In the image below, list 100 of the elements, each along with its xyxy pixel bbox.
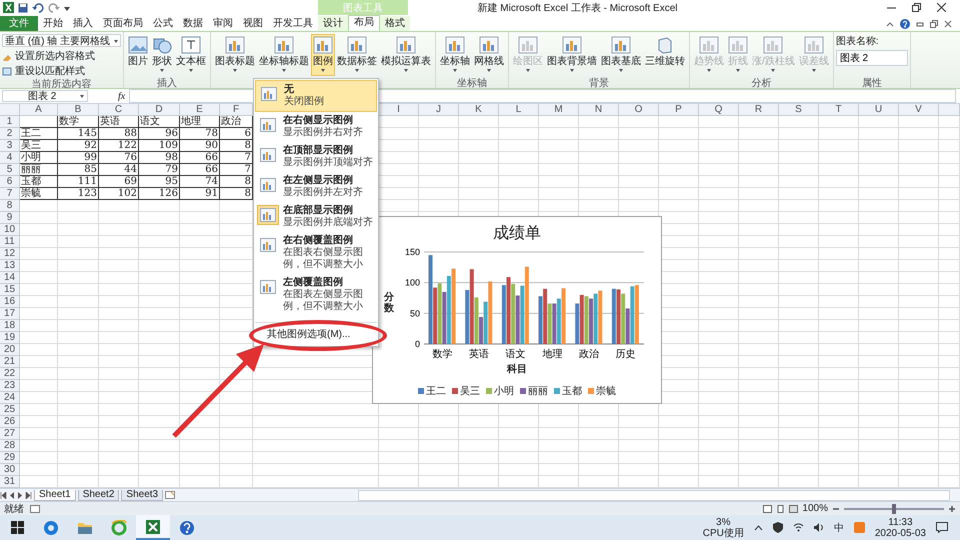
ribbon-button[interactable]: 图表标题 [213, 34, 257, 76]
sheet-tab[interactable]: Sheet1 [34, 490, 76, 500]
redo-icon[interactable] [48, 2, 60, 12]
ribbon-button[interactable]: 模拟运算表 [379, 34, 433, 76]
row-number[interactable]: 20 [0, 344, 20, 356]
row-number[interactable]: 22 [0, 368, 20, 380]
column-header[interactable]: K [459, 104, 499, 116]
row-number[interactable]: 18 [0, 320, 20, 332]
ribbon-tab[interactable]: 格式 [380, 16, 410, 31]
row-number[interactable]: 5 [0, 164, 20, 176]
row-number[interactable]: 16 [0, 296, 20, 308]
column-header[interactable]: N [579, 104, 619, 116]
column-header[interactable]: B [58, 104, 99, 116]
row-number[interactable]: 27 [0, 428, 20, 440]
ribbon-tab[interactable]: 数据 [178, 16, 208, 31]
row-number[interactable]: 19 [0, 332, 20, 344]
undo-icon[interactable] [32, 2, 44, 12]
clock-time[interactable]: 11:33 [888, 516, 913, 528]
ribbon-tab[interactable]: 布局 [348, 15, 380, 31]
row-number[interactable]: 6 [0, 176, 20, 188]
ribbon-button[interactable]: 坐标轴 [438, 34, 472, 76]
zoom-in-icon[interactable] [948, 504, 956, 512]
folder-icon[interactable] [77, 520, 93, 534]
clock-date[interactable]: 2020-05-03 [874, 528, 926, 538]
ribbon-button[interactable]: 三维旋转 [643, 34, 687, 76]
collapse-ribbon-icon[interactable] [886, 20, 894, 26]
ribbon-tab[interactable]: 插入 [68, 16, 98, 31]
row-number[interactable]: 4 [0, 152, 20, 164]
command-link[interactable]: 重设以匹配样式 [15, 64, 85, 78]
zoom-slider-thumb[interactable] [892, 504, 896, 514]
column-header[interactable]: J [419, 104, 459, 116]
next-sheet-icon[interactable] [17, 492, 23, 498]
ribbon-tab[interactable]: 审阅 [208, 16, 238, 31]
caret-icon[interactable] [754, 524, 763, 530]
shield-icon[interactable] [772, 522, 783, 533]
column-header[interactable]: D [139, 104, 180, 116]
sheet-tab[interactable]: Sheet3 [121, 490, 164, 500]
column-header[interactable]: T [819, 104, 859, 116]
column-header[interactable]: E [180, 104, 220, 116]
ribbon-button[interactable]: 文本框 [174, 34, 208, 76]
last-sheet-icon[interactable] [25, 492, 32, 498]
taskbar-app[interactable] [136, 515, 170, 540]
row-number[interactable]: 12 [0, 248, 20, 260]
ribbon-button[interactable]: 网格线 [472, 34, 506, 76]
column-header[interactable]: F [220, 104, 253, 116]
sheet-tab[interactable]: Sheet2 [78, 490, 120, 500]
command-link[interactable]: 设置所选内容格式 [15, 48, 95, 62]
spreadsheet-icon[interactable] [3, 2, 14, 13]
close-icon[interactable] [937, 3, 946, 12]
browser-icon[interactable] [43, 520, 59, 536]
spreadsheet-icon[interactable] [145, 518, 161, 534]
ribbon-tab[interactable]: 设计 [318, 16, 348, 31]
row-number[interactable]: 13 [0, 260, 20, 272]
wifi-icon[interactable] [792, 523, 804, 532]
menu-item[interactable]: 无 关闭图例 [255, 80, 377, 112]
close-icon[interactable] [944, 20, 952, 28]
ribbon-tab[interactable]: 公式 [148, 16, 178, 31]
row-number[interactable]: 2 [0, 128, 20, 140]
zoom-level[interactable]: 100% [802, 503, 828, 514]
menu-item[interactable]: 在左侧显示图例 显示图例并左对齐 [255, 172, 377, 202]
column-header[interactable]: L [499, 104, 539, 116]
menu-item[interactable]: 在顶部显示图例 显示图例并顶端对齐 [255, 142, 377, 172]
horizontal-scrollbar[interactable] [358, 490, 950, 500]
speaker-icon[interactable] [814, 523, 824, 532]
row-number[interactable]: 29 [0, 452, 20, 464]
row-number[interactable]: 9 [0, 212, 20, 224]
ribbon-tab[interactable]: 开发工具 [268, 16, 318, 31]
name-box[interactable]: 图表 2 [2, 90, 88, 102]
column-header[interactable]: O [619, 104, 659, 116]
row-number[interactable]: 23 [0, 380, 20, 392]
ribbon-tab[interactable]: 视图 [238, 16, 268, 31]
ribbon-button[interactable]: 数据标签 [335, 34, 379, 76]
page-layout-icon[interactable] [776, 504, 786, 512]
column-header[interactable]: C [99, 104, 139, 116]
chart-name-field[interactable]: 图表 2 [836, 50, 908, 66]
column-header[interactable]: A [20, 104, 58, 116]
first-sheet-icon[interactable] [0, 492, 7, 498]
ribbon-button[interactable]: 坐标轴标题 [257, 34, 311, 76]
row-number[interactable]: 31 [0, 476, 20, 488]
row-number[interactable]: 15 [0, 284, 20, 296]
row-number[interactable]: 1 [0, 116, 20, 128]
macro-record-icon[interactable] [30, 504, 40, 512]
row-number[interactable]: 25 [0, 404, 20, 416]
row-number[interactable]: 3 [0, 140, 20, 152]
browser-icon[interactable] [111, 520, 127, 536]
row-number[interactable]: 21 [0, 356, 20, 368]
input-method[interactable]: 中 [834, 520, 844, 534]
row-number[interactable]: 17 [0, 308, 20, 320]
notification-icon[interactable] [936, 522, 948, 533]
ribbon-button[interactable]: 图片 [126, 34, 150, 76]
help-icon[interactable] [179, 520, 195, 536]
column-header[interactable]: R [739, 104, 779, 116]
row-number[interactable]: 26 [0, 416, 20, 428]
previous-sheet-icon[interactable] [9, 492, 15, 498]
restore-icon[interactable] [930, 20, 938, 28]
chart-area[interactable]: 成绩单 分数 0 50 100 150 数学 英语 语文 地理 政治 历史 科目 王二 吴三 小明 丽丽 玉都 崇毓 [372, 216, 662, 404]
minimize-icon[interactable] [916, 20, 924, 28]
row-number[interactable]: 30 [0, 464, 20, 476]
column-header[interactable]: M [539, 104, 579, 116]
ribbon-button[interactable]: 形状 [150, 34, 174, 76]
